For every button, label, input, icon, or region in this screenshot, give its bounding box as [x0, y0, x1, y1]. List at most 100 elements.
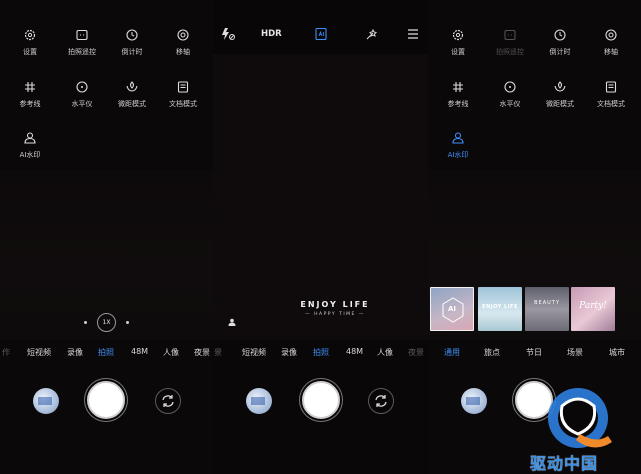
switch-camera-button[interactable] [368, 388, 394, 414]
setting-label: 水平仪 [71, 100, 93, 108]
setting-grid-lines[interactable]: 参考线 [432, 80, 484, 130]
setting-label: 设置 [451, 48, 465, 56]
gallery-thumbnail[interactable] [246, 388, 272, 414]
switch-camera-icon [162, 395, 174, 407]
setting-timer[interactable]: 倒计时 [106, 28, 158, 78]
category-item[interactable]: 城市 [609, 347, 625, 358]
setting-label: 倒计时 [549, 48, 571, 56]
macro-icon [126, 81, 138, 92]
watermark-option-enjoy-life[interactable]: ENJOY LIFE [478, 287, 522, 331]
gallery-thumbnail[interactable] [461, 388, 487, 414]
viewfinder[interactable] [213, 54, 428, 340]
setting-label: 参考线 [19, 100, 41, 108]
setting-settings[interactable]: 设置 [4, 28, 56, 78]
watermark-option-party[interactable]: Party! [571, 287, 615, 331]
level-icon [76, 81, 88, 93]
mode-item[interactable]: 录像 [281, 347, 297, 358]
document-icon [605, 81, 617, 93]
watermark-icon [452, 132, 464, 144]
portrait-icon[interactable] [228, 318, 236, 326]
mode-item[interactable]: 48M [131, 347, 148, 356]
mode-item[interactable]: 夜景 [194, 347, 210, 358]
filter-icon[interactable] [362, 27, 380, 41]
category-item[interactable]: 旅点 [484, 347, 500, 358]
mode-bar-middle: 景 短视频 录像 拍照 48M 人像 夜景 [213, 347, 428, 361]
watermark-option-beauty[interactable]: BEAUTY [525, 287, 569, 331]
timer-icon [554, 29, 566, 41]
setting-timer[interactable]: 倒计时 [534, 28, 586, 78]
zoom-button[interactable]: 1X [97, 313, 116, 332]
zoom-dot[interactable] [126, 321, 129, 324]
switch-camera-button[interactable] [155, 388, 181, 414]
setting-grid-lines[interactable]: 参考线 [4, 80, 56, 130]
watermark-subtitle: — HAPPY TIME — [305, 312, 365, 317]
setting-label: 微距模式 [546, 100, 574, 108]
grid-lines-icon [25, 82, 35, 92]
category-item[interactable]: 场景 [567, 347, 583, 358]
camera-topbar: HDR [213, 0, 428, 54]
setting-remote[interactable]: 拍照遥控 [484, 28, 536, 78]
mode-item[interactable]: 48M [346, 347, 363, 356]
mode-item-selected[interactable]: 拍照 [313, 347, 329, 358]
timer-icon [126, 29, 138, 41]
hdr-button[interactable]: HDR [261, 29, 285, 43]
shutter-button[interactable] [87, 381, 125, 419]
tilt-shift-icon [605, 29, 617, 41]
setting-label: 移轴 [176, 48, 190, 56]
watermark-strip: AI ENJOY LIFE BEAUTY Party! [430, 287, 620, 335]
gear-icon [24, 29, 36, 41]
mode-item[interactable]: 短视频 [27, 347, 51, 358]
setting-macro[interactable]: 微距模式 [106, 80, 158, 130]
setting-label: 水平仪 [499, 100, 521, 108]
ai-icon[interactable] [312, 27, 330, 41]
mode-item[interactable]: 作 [2, 347, 10, 358]
setting-level[interactable]: 水平仪 [56, 80, 108, 130]
setting-label: 倒计时 [121, 48, 143, 56]
switch-camera-icon [375, 395, 387, 407]
mode-item-selected[interactable]: 拍照 [98, 347, 114, 358]
setting-remote[interactable]: 拍照遥控 [56, 28, 108, 78]
flash-off-icon[interactable] [219, 27, 237, 41]
watermark-category-bar: 通用 旅点 节日 场景 城市 [428, 347, 641, 361]
setting-label: 文档模式 [597, 100, 625, 108]
remote-icon [76, 29, 88, 41]
setting-label: 拍照遥控 [496, 48, 524, 56]
setting-level[interactable]: 水平仪 [484, 80, 536, 130]
grid-lines-icon [453, 82, 463, 92]
watermark-option-label: AI [447, 305, 457, 313]
setting-document[interactable]: 文档模式 [585, 80, 637, 130]
setting-settings[interactable]: 设置 [432, 28, 484, 78]
gallery-thumbnail[interactable] [33, 388, 59, 414]
setting-label: 微距模式 [118, 100, 146, 108]
menu-icon[interactable] [404, 27, 422, 41]
setting-macro[interactable]: 微距模式 [534, 80, 586, 130]
document-icon [177, 81, 189, 93]
mode-item[interactable]: 短视频 [242, 347, 266, 358]
mode-item[interactable]: 录像 [67, 347, 83, 358]
setting-document[interactable]: 文档模式 [157, 80, 209, 130]
shutter-button[interactable] [302, 381, 340, 419]
setting-ai-watermark[interactable]: AI水印 [432, 131, 484, 181]
setting-label: 拍照遥控 [68, 48, 96, 56]
remote-icon [504, 29, 516, 41]
mode-item[interactable]: 景 [214, 347, 222, 358]
watermark-icon [24, 132, 36, 144]
setting-tilt-shift[interactable]: 移轴 [157, 28, 209, 78]
enjoy-life-watermark: ENJOY LIFE — HAPPY TIME — [285, 300, 385, 317]
mode-item[interactable]: 夜景 [408, 347, 424, 358]
category-item-selected[interactable]: 通用 [444, 347, 460, 358]
mode-item[interactable]: 人像 [377, 347, 393, 358]
zoom-dot[interactable] [84, 321, 87, 324]
setting-tilt-shift[interactable]: 移轴 [585, 28, 637, 78]
setting-ai-watermark[interactable]: AI水印 [4, 131, 56, 181]
setting-label: 移轴 [604, 48, 618, 56]
watermark-option-label: BEAUTY [534, 300, 560, 306]
gear-icon [452, 29, 464, 41]
category-item[interactable]: 节日 [526, 347, 542, 358]
tilt-shift-icon [177, 29, 189, 41]
mode-item[interactable]: 人像 [163, 347, 179, 358]
watermark-option-label: Party! [579, 301, 607, 311]
setting-label: 设置 [23, 48, 37, 56]
level-icon [504, 81, 516, 93]
watermark-option-ai[interactable]: AI [430, 287, 474, 331]
